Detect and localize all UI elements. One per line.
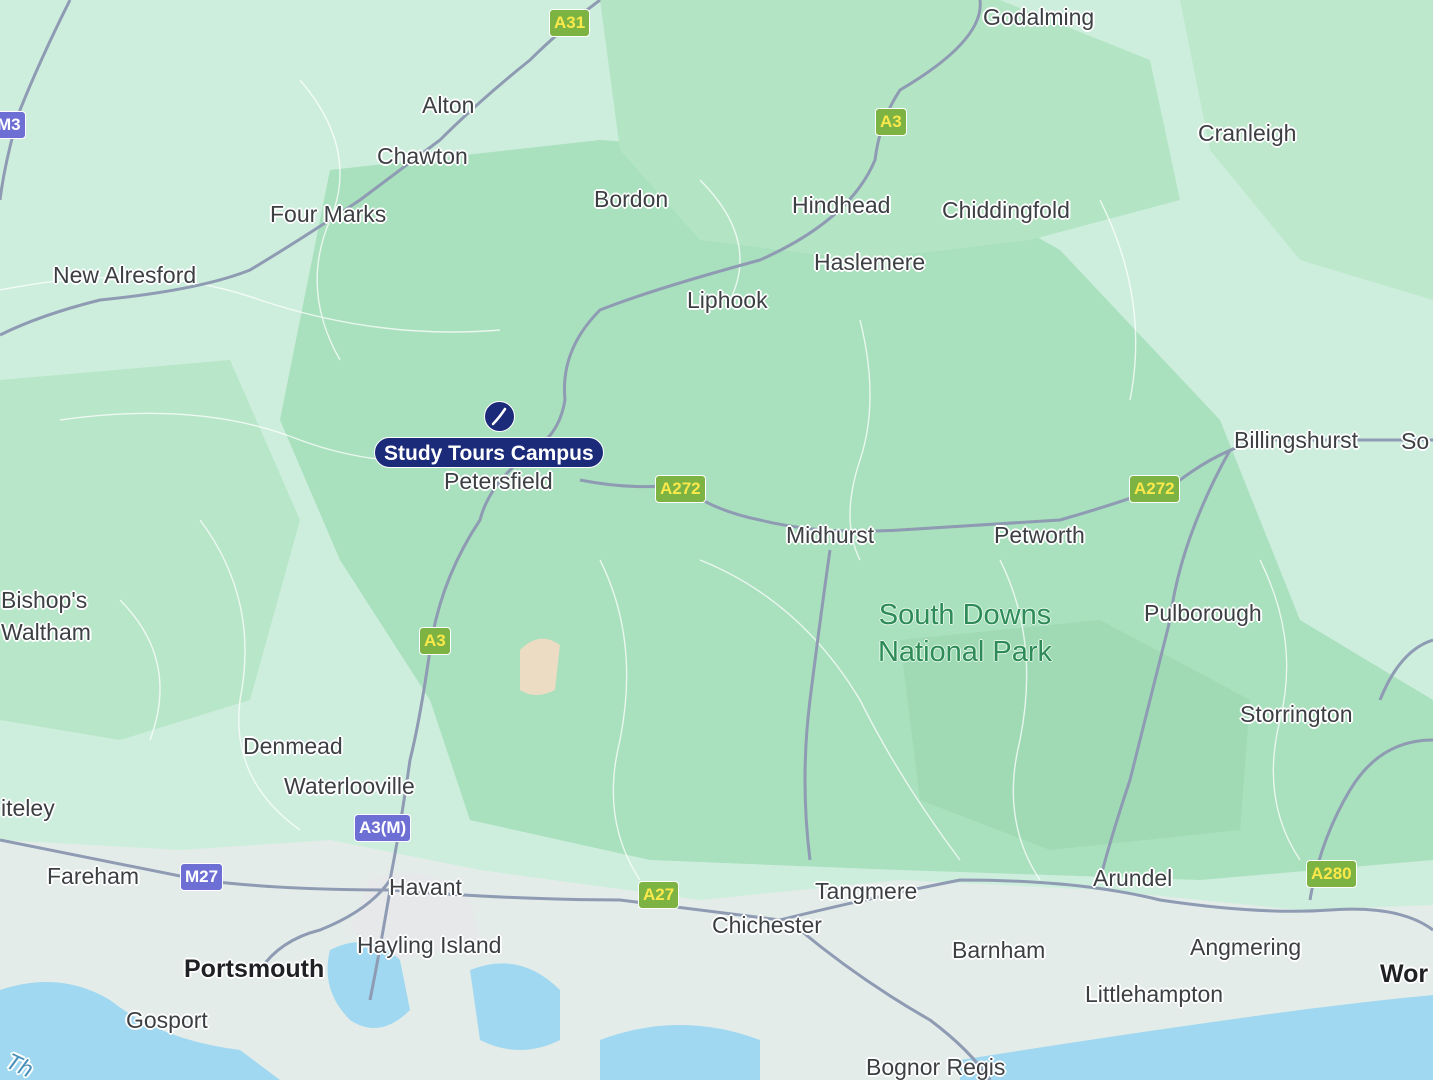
place-label[interactable]: Waltham [1, 619, 91, 646]
place-label[interactable]: Denmead [243, 733, 343, 760]
place-label[interactable]: Arundel [1093, 865, 1172, 892]
place-label[interactable]: Four Marks [270, 201, 386, 228]
road-shield-motorway: M3 [0, 111, 26, 139]
place-label[interactable]: Littlehampton [1085, 981, 1223, 1008]
place-label[interactable]: Chawton [377, 143, 468, 170]
place-label[interactable]: Midhurst [786, 522, 874, 549]
marker-label[interactable]: Study Tours Campus [374, 437, 604, 468]
place-label[interactable]: Chichester [712, 912, 822, 939]
place-label[interactable]: Haslemere [814, 249, 925, 276]
place-label[interactable]: Gosport [126, 1007, 208, 1034]
place-label[interactable]: Bognor Regis [866, 1054, 1005, 1080]
place-label[interactable]: Barnham [952, 937, 1045, 964]
place-label[interactable]: Hayling Island [357, 932, 501, 959]
road-shield: A280 [1306, 860, 1357, 888]
road-shield: A3 [419, 627, 451, 655]
place-label[interactable]: iteley [1, 795, 55, 822]
place-label[interactable]: Hindhead [792, 192, 890, 219]
place-label[interactable]: Waterlooville [284, 773, 415, 800]
place-label[interactable]: Havant [389, 874, 462, 901]
road-shield: A3 [875, 108, 907, 136]
place-label[interactable]: Alton [422, 92, 474, 119]
place-label-city[interactable]: Wor [1380, 960, 1428, 989]
location-pin-icon[interactable] [484, 401, 515, 432]
place-label[interactable]: So [1401, 428, 1429, 455]
road-shield-motorway: M27 [180, 863, 224, 891]
place-label[interactable]: Fareham [47, 863, 139, 890]
harbour-water [600, 1025, 760, 1080]
place-label[interactable]: Godalming [983, 4, 1094, 31]
place-label[interactable]: Cranleigh [1198, 120, 1296, 147]
place-label[interactable]: Storrington [1240, 701, 1353, 728]
place-label[interactable]: Angmering [1190, 934, 1301, 961]
place-label[interactable]: Petersfield [444, 468, 553, 495]
place-label[interactable]: Liphook [687, 287, 768, 314]
road-shield-motorway: A3(M) [354, 814, 412, 842]
place-label[interactable]: Petworth [994, 522, 1085, 549]
road-shield: A272 [1129, 475, 1180, 503]
place-label[interactable]: Bishop's [1, 587, 87, 614]
road-shield: A27 [638, 881, 680, 909]
map-canvas[interactable]: Godalming Alton Chawton Cranleigh Bordon… [0, 0, 1433, 1080]
national-park-label[interactable]: South Downs National Park [850, 597, 1080, 671]
place-label[interactable]: Billingshurst [1234, 427, 1358, 454]
pin-glyph [491, 407, 507, 426]
heath-area [520, 638, 560, 695]
place-label[interactable]: New Alresford [53, 262, 196, 289]
place-label[interactable]: Bordon [594, 186, 668, 213]
road-shield: A272 [655, 475, 706, 503]
place-label[interactable]: Tangmere [815, 878, 917, 905]
place-label[interactable]: Chiddingfold [942, 197, 1070, 224]
place-label[interactable]: Pulborough [1144, 600, 1262, 627]
road-shield: A31 [549, 9, 591, 37]
place-label-city[interactable]: Portsmouth [184, 955, 324, 984]
